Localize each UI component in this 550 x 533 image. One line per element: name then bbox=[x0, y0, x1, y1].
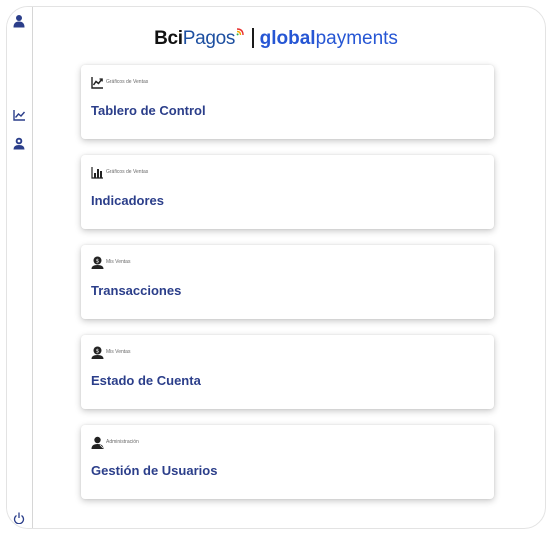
bar-chart-icon bbox=[91, 166, 103, 179]
card-indicadores[interactable]: Gráficos de Ventas Indicadores bbox=[81, 155, 494, 229]
card-title: Gestión de Usuarios bbox=[91, 463, 218, 478]
card-category-label: Administración bbox=[106, 439, 139, 445]
card-category-label: Gráficos de Ventas bbox=[106, 169, 149, 175]
brand-logo: BciPagos globalpayments bbox=[7, 27, 545, 51]
card-category: $ Mis Ventas bbox=[91, 345, 130, 359]
card-transacciones[interactable]: $ Mis Ventas Transacciones bbox=[81, 245, 494, 319]
brand-pagos-text: Pagos bbox=[182, 28, 236, 49]
card-category: Gráficos de Ventas bbox=[91, 165, 148, 179]
card-title: Estado de Cuenta bbox=[91, 373, 201, 388]
card-category-label: Mis Ventas bbox=[106, 259, 131, 265]
sidebar-rail bbox=[7, 7, 33, 528]
brand-payments-text: payments bbox=[315, 28, 398, 49]
users-icon bbox=[91, 436, 104, 449]
card-category: $ Mis Ventas bbox=[91, 255, 130, 269]
money-user-icon: $ bbox=[91, 256, 104, 269]
brand-global-text: lobal bbox=[271, 28, 316, 49]
card-title: Transacciones bbox=[91, 283, 182, 298]
signal-waves-icon bbox=[236, 28, 244, 36]
app-window: BciPagos globalpayments Gráficos de Venta… bbox=[6, 6, 546, 529]
card-category-label: Mis Ventas bbox=[106, 349, 131, 355]
brand-g-text: g bbox=[259, 28, 272, 49]
card-tablero-de-control[interactable]: Gráficos de Ventas Tablero de Control bbox=[81, 65, 494, 139]
brand-bci-text: Bci bbox=[154, 28, 183, 49]
brand-divider bbox=[252, 28, 254, 48]
card-estado-de-cuenta[interactable]: $ Mis Ventas Estado de Cuenta bbox=[81, 335, 494, 409]
sales-user-icon[interactable] bbox=[11, 135, 27, 151]
svg-text:$: $ bbox=[96, 348, 100, 354]
svg-text:$: $ bbox=[96, 258, 100, 264]
card-title: Indicadores bbox=[91, 193, 164, 208]
card-category-label: Gráficos de Ventas bbox=[106, 79, 149, 85]
card-category: Administración bbox=[91, 435, 139, 449]
line-chart-icon bbox=[91, 76, 103, 89]
card-title: Tablero de Control bbox=[91, 103, 206, 118]
logout-icon[interactable] bbox=[11, 510, 27, 526]
card-gestion-de-usuarios[interactable]: Administración Gestión de Usuarios bbox=[81, 425, 494, 499]
sales-chart-icon[interactable] bbox=[11, 107, 27, 123]
money-user-icon: $ bbox=[91, 346, 104, 359]
card-category: Gráficos de Ventas bbox=[91, 75, 148, 89]
